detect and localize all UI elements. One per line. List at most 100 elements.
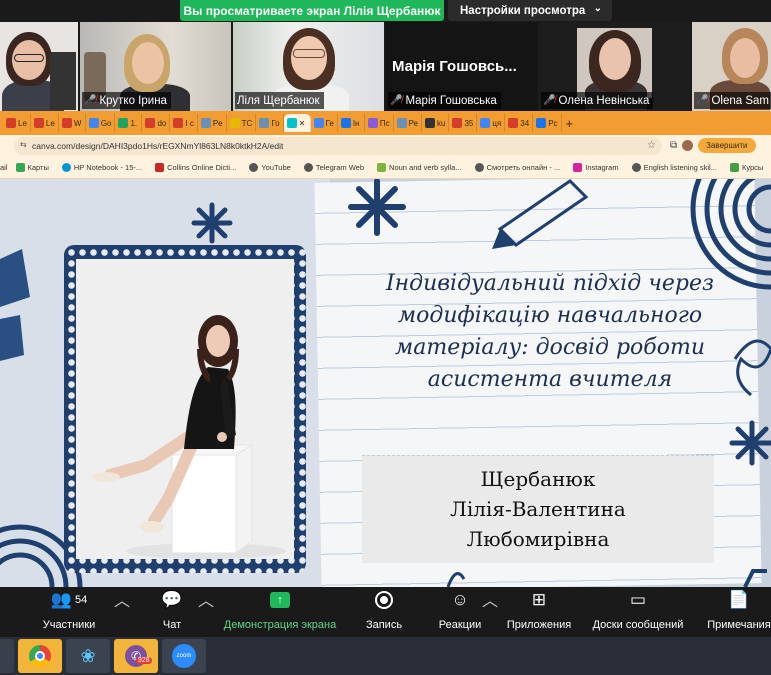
bookmark-item[interactable]: ail xyxy=(0,163,8,172)
participant-name-tag: 🎤̸ Олена Невінська xyxy=(541,92,654,109)
browser-tab[interactable]: ця xyxy=(477,114,506,132)
record-button[interactable]: Запись xyxy=(360,587,408,637)
site-icon xyxy=(425,118,435,128)
participant-tile-active-speaker[interactable]: Ліля Щербанюк xyxy=(233,22,384,111)
tab-title: do xyxy=(157,118,167,128)
participant-tile[interactable] xyxy=(0,22,78,111)
bookmark-item[interactable]: Курсы xyxy=(729,163,763,172)
bookmark-item[interactable]: Noun and verb sylla... xyxy=(377,163,462,172)
browser-tab[interactable]: Le xyxy=(31,114,59,132)
participant-name-tag: 🎤̸ Крутко Ірина xyxy=(82,92,171,109)
chevron-down-icon: ⌄ xyxy=(593,3,602,14)
extensions-icon[interactable]: ⧉ xyxy=(670,140,677,151)
notes-label: Примечания xyxy=(707,619,771,631)
participant-name-tag: 🎤̸ Olena Sam xyxy=(694,92,771,109)
bookmark-item[interactable]: Instagram xyxy=(573,163,619,172)
browser-tab[interactable]: Пс xyxy=(365,114,394,132)
notes-button[interactable]: 📄 Примечания xyxy=(704,587,771,637)
bookmark-item[interactable]: HP Notebook - 15-... xyxy=(61,163,142,172)
browser-tab[interactable]: TC xyxy=(227,114,257,132)
browser-tab[interactable]: Le xyxy=(3,114,31,132)
mic-muted-icon: 🎤̸ xyxy=(696,95,709,106)
canva-icon xyxy=(286,118,297,128)
bookmark-label: YouTube xyxy=(261,163,291,172)
browser-tab[interactable]: Pe xyxy=(198,114,227,132)
participant-tile[interactable]: 🎤̸ Олена Невінська xyxy=(539,22,690,111)
tab-title: Pc xyxy=(548,118,558,128)
browser-tab[interactable]: 34 xyxy=(505,114,534,132)
bookmark-item[interactable]: YouTube xyxy=(249,163,291,172)
collins-icon xyxy=(155,163,165,172)
hp-icon xyxy=(61,163,71,172)
asterisk-icon xyxy=(191,202,233,244)
profile-avatar[interactable] xyxy=(682,140,694,151)
taskbar-app[interactable] xyxy=(0,639,14,673)
browser-tab[interactable]: Ге xyxy=(311,114,338,132)
browser-tab[interactable]: 1. xyxy=(115,114,143,132)
whiteboards-label: Доски сообщений xyxy=(592,619,684,631)
tab-title: ця xyxy=(492,118,502,128)
tab-title: Ре xyxy=(408,118,418,128)
browser-tab[interactable]: Ін xyxy=(338,114,365,132)
share-screen-icon: ↑ xyxy=(270,592,290,608)
participant-tile[interactable]: 🎤̸ Olena Sam xyxy=(692,22,771,111)
zoom-top-bar: Вы просматриваете экран Лілія Щербанюк Н… xyxy=(0,0,771,22)
globe-icon xyxy=(396,118,407,128)
url-field[interactable]: ⇆ canva.com/design/DAHI3pdo1Hs/rEGXNmYl8… xyxy=(14,137,662,155)
browser-tab-active[interactable]: ✕ xyxy=(283,114,311,132)
loop-decor xyxy=(446,572,466,587)
zoom-icon: zoom xyxy=(172,644,196,668)
bookmark-item[interactable]: Collins Online Dicti... xyxy=(155,163,236,172)
taskbar: ❀ ✆ 928 zoom xyxy=(0,637,771,675)
view-options-button[interactable]: Настройки просмотра ⌄ xyxy=(448,0,612,21)
taskbar-app-chrome[interactable] xyxy=(18,639,62,673)
tab-title: Go xyxy=(100,118,112,128)
record-icon xyxy=(375,591,393,609)
bookmark-item[interactable]: English listening skil... xyxy=(631,163,717,172)
pdf-icon xyxy=(6,118,16,128)
browser-actions: ⧉ Завершити xyxy=(670,138,756,153)
browser-tab[interactable]: Pc xyxy=(533,114,562,132)
tab-title: TC xyxy=(241,118,253,128)
pdf-icon xyxy=(61,118,72,128)
browser-tab[interactable]: Ре xyxy=(394,114,422,132)
bookmark-item[interactable]: Telegram Web xyxy=(303,163,364,172)
taskbar-app-zoom[interactable]: zoom xyxy=(162,639,206,673)
participants-button[interactable]: 👥 54 Участники xyxy=(34,587,104,637)
chevron-up-icon[interactable]: ︿ xyxy=(198,587,214,611)
taskbar-app-viber[interactable]: ✆ 928 xyxy=(114,639,158,673)
participant-tile[interactable]: 🎤̸ Крутко Ірина xyxy=(80,22,231,111)
bookmark-label: Карты xyxy=(27,163,49,172)
close-tab-icon[interactable]: ✕ xyxy=(299,119,306,128)
browser-tab[interactable]: 35 xyxy=(449,114,478,132)
browser-tab[interactable]: Go xyxy=(86,114,116,132)
chat-button[interactable]: 💬 Чат xyxy=(152,587,192,637)
share-banner: Вы просматриваете экран Лілія Щербанюк xyxy=(180,0,444,21)
tab-title: 34 xyxy=(520,118,530,128)
browser-tab[interactable]: I c xyxy=(170,114,198,132)
bookmark-star-icon[interactable]: ☆ xyxy=(647,140,656,151)
new-tab-icon[interactable]: + xyxy=(566,116,574,131)
bookmark-item[interactable]: Карты xyxy=(15,163,49,172)
bookmark-item[interactable]: Смотреть онлайн - ... xyxy=(474,163,560,172)
google-icon xyxy=(480,118,491,128)
finish-share-button[interactable]: Завершити xyxy=(698,138,756,153)
reactions-button[interactable]: ☺ Реакции xyxy=(432,587,488,637)
tab-title: Le xyxy=(45,118,55,128)
apps-button[interactable]: ⊞ Приложения xyxy=(502,587,576,637)
participant-name: Ліля Щербанюк xyxy=(237,94,320,107)
author-name-line: Щербанюк xyxy=(480,467,596,491)
browser-tab[interactable]: Го xyxy=(256,114,284,132)
site-info-icon[interactable]: ⇆ xyxy=(20,140,27,149)
chevron-up-icon[interactable]: ︿ xyxy=(482,587,498,611)
participant-tile[interactable]: Марія Гошовсь... 🎤̸ Марія Гошовська xyxy=(386,22,537,111)
chevron-up-icon[interactable]: ︿ xyxy=(114,587,130,611)
whiteboards-button[interactable]: ▭ Доски сообщений xyxy=(588,587,688,637)
share-screen-button[interactable]: ↑ Демонстрация экрана xyxy=(218,587,342,637)
slide-title-line: Індивідуальний підхід через xyxy=(385,271,715,296)
browser-tab[interactable]: do xyxy=(142,114,171,132)
browser-tab[interactable]: W xyxy=(59,114,86,132)
mic-muted-icon: 🎤̸ xyxy=(390,95,403,106)
browser-tab[interactable]: ku xyxy=(422,114,450,132)
taskbar-app-copilot[interactable]: ❀ xyxy=(66,639,110,673)
